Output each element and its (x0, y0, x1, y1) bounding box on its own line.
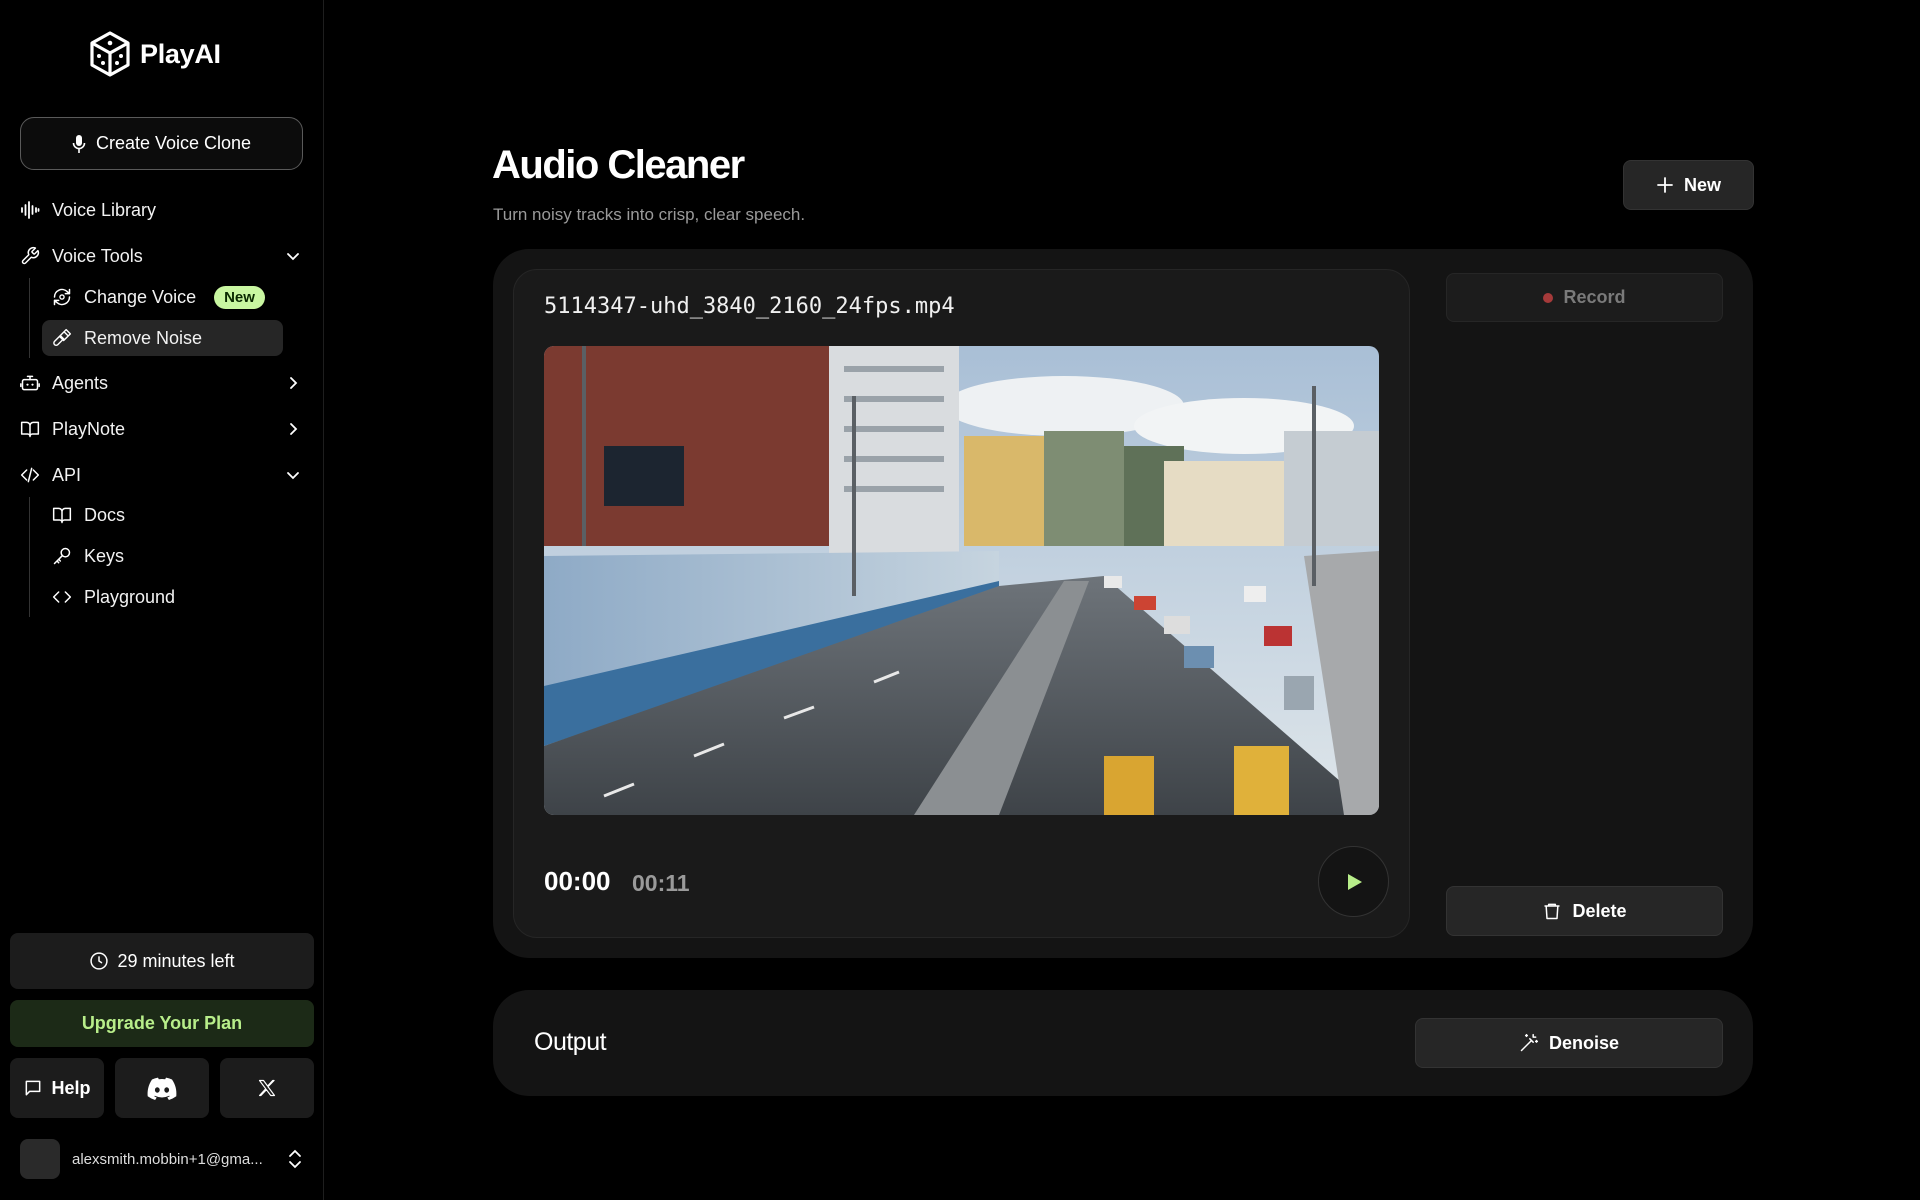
nav-playground[interactable]: Playground (42, 579, 283, 615)
bot-icon (20, 375, 40, 391)
current-time: 00:00 (544, 866, 611, 896)
discord-icon (147, 1077, 177, 1100)
submenu-line (29, 278, 30, 358)
code-icon (20, 467, 40, 483)
nav-playground-label: Playground (84, 586, 176, 607)
nav-docs-label: Docs (84, 504, 126, 525)
record-button[interactable]: Record (1446, 273, 1723, 322)
new-button[interactable]: New (1623, 160, 1754, 210)
brand-name: PlayAI (140, 38, 221, 69)
nav-api[interactable]: API (20, 457, 304, 493)
play-icon (1347, 873, 1362, 890)
file-name: 5114347-uhd_3840_2160_24fps.mp4 (544, 294, 955, 319)
chevron-down-icon (287, 472, 299, 480)
total-time: 00:11 (632, 870, 690, 896)
minutes-left: 29 minutes left (10, 933, 314, 989)
chat-bubble-icon (26, 1080, 41, 1096)
page-subtitle: Turn noisy tracks into crisp, clear spee… (493, 205, 806, 224)
nav-docs[interactable]: Docs (42, 497, 283, 533)
delete-button[interactable]: Delete (1446, 886, 1723, 936)
nav-change-voice-label: Change Voice (84, 286, 197, 307)
chevron-down-icon (287, 253, 299, 261)
chevron-up-down-icon (289, 1149, 301, 1169)
record-dot-icon (1543, 292, 1554, 303)
discord-button[interactable] (115, 1058, 209, 1118)
chevron-right-icon (290, 423, 298, 435)
create-voice-clone-button[interactable]: Create Voice Clone (20, 117, 303, 170)
nav-voice-library-label: Voice Library (52, 199, 157, 220)
output-label: Output (534, 1028, 607, 1056)
nav-api-label: API (52, 464, 82, 485)
magic-wand-icon (1520, 1033, 1539, 1052)
plus-icon (1657, 177, 1673, 193)
code-icon (52, 591, 72, 603)
nav-playnote-label: PlayNote (52, 418, 126, 439)
nav-keys-label: Keys (84, 545, 125, 566)
create-voice-clone-label: Create Voice Clone (95, 133, 252, 153)
book-open-icon (52, 507, 72, 524)
brush-icon (53, 328, 72, 346)
microphone-icon (72, 134, 86, 153)
denoise-button-label: Denoise (1548, 1032, 1620, 1053)
brand-logo[interactable]: PlayAI (88, 30, 221, 78)
book-open-icon (20, 421, 40, 438)
x-twitter-button[interactable] (220, 1058, 314, 1118)
denoise-button[interactable]: Denoise (1415, 1018, 1723, 1068)
refresh-voice-icon (53, 288, 71, 306)
upgrade-plan-button[interactable]: Upgrade Your Plan (10, 1000, 314, 1047)
video-preview[interactable] (544, 346, 1379, 815)
delete-button-label: Delete (1572, 900, 1627, 921)
sidebar: PlayAI Create Voice Clone Voice Library … (0, 0, 324, 1200)
new-badge: New (214, 285, 265, 309)
nav-remove-noise[interactable]: Remove Noise (42, 320, 283, 356)
submenu-line (29, 497, 30, 617)
key-icon (53, 547, 71, 565)
help-label: Help (51, 1077, 91, 1098)
page-title: Audio Cleaner (492, 143, 745, 187)
record-button-label: Record (1563, 287, 1626, 307)
trash-icon (1544, 903, 1560, 920)
wrench-icon (21, 246, 40, 265)
nav-voice-tools-label: Voice Tools (52, 245, 143, 266)
help-button[interactable]: Help (10, 1058, 104, 1118)
nav-voice-library[interactable]: Voice Library (20, 192, 304, 228)
nav-voice-tools[interactable]: Voice Tools (20, 238, 304, 274)
clock-icon (90, 952, 109, 970)
new-button-label: New (1683, 174, 1721, 195)
waveform-icon (21, 201, 40, 219)
video-thumbnail (544, 346, 1379, 815)
nav-agents[interactable]: Agents (20, 365, 304, 401)
chevron-right-icon (290, 377, 298, 389)
play-button[interactable] (1318, 846, 1389, 917)
nav-change-voice[interactable]: Change Voice New (42, 279, 283, 315)
minutes-left-label: 29 minutes left (117, 950, 235, 971)
account-email: alexsmith.mobbin+1@gma... (72, 1150, 263, 1168)
nav-remove-noise-label: Remove Noise (84, 327, 203, 348)
x-logo-icon (258, 1079, 276, 1097)
account-switcher[interactable]: alexsmith.mobbin+1@gma... (20, 1138, 304, 1180)
nav-keys[interactable]: Keys (42, 538, 283, 574)
nav-agents-label: Agents (52, 372, 109, 393)
nav-playnote[interactable]: PlayNote (20, 411, 304, 447)
playai-logo-icon (90, 31, 130, 77)
avatar (20, 1139, 60, 1179)
